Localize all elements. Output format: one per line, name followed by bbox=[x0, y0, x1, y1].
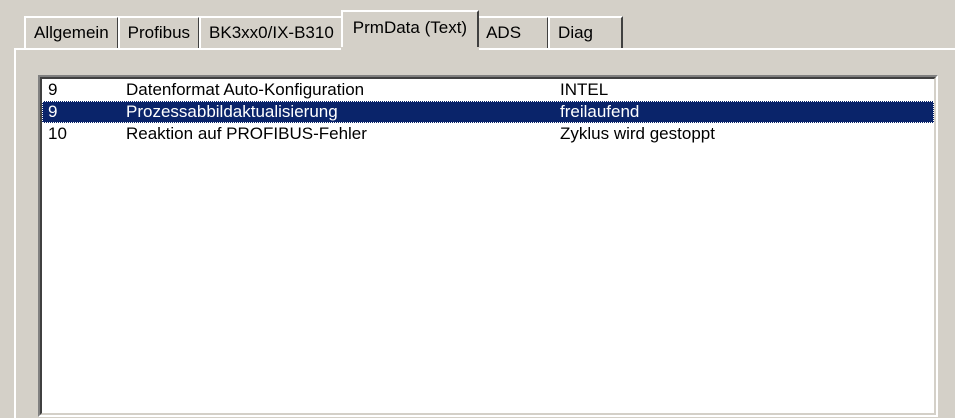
tab-bk3xx0-ix-b310[interactable]: BK3xx0/IX-B310 bbox=[199, 16, 344, 48]
tab-strip: Allgemein Profibus BK3xx0/IX-B310 PrmDat… bbox=[24, 10, 624, 51]
tab-profibus[interactable]: Profibus bbox=[117, 16, 201, 48]
parameter-number: 10 bbox=[48, 124, 67, 143]
parameter-list[interactable]: 9 Datenformat Auto-Konfiguration INTEL 9… bbox=[38, 75, 938, 417]
list-item[interactable]: 10 Reaktion auf PROFIBUS-Fehler Zyklus w… bbox=[42, 123, 934, 145]
list-item[interactable]: 9 Datenformat Auto-Konfiguration INTEL bbox=[42, 79, 934, 101]
parameter-name: Prozessabbildaktualisierung bbox=[126, 102, 338, 121]
tab-allgemein[interactable]: Allgemein bbox=[24, 16, 119, 48]
parameter-number: 9 bbox=[48, 102, 58, 121]
tab-prmdata-text[interactable]: PrmData (Text) bbox=[340, 10, 480, 51]
tab-ads[interactable]: ADS bbox=[476, 16, 550, 48]
tab-page-prmdata: 9 Datenformat Auto-Konfiguration INTEL 9… bbox=[14, 48, 955, 418]
parameter-value: INTEL bbox=[560, 80, 609, 99]
parameter-value: Zyklus wird gestoppt bbox=[560, 124, 715, 143]
parameter-number: 9 bbox=[48, 80, 58, 99]
tab-diag[interactable]: Diag bbox=[548, 16, 624, 48]
parameter-name: Reaktion auf PROFIBUS-Fehler bbox=[126, 124, 367, 143]
parameter-list-frame: 9 Datenformat Auto-Konfiguration INTEL 9… bbox=[40, 77, 936, 415]
parameter-name: Datenformat Auto-Konfiguration bbox=[126, 80, 365, 99]
list-item-selected[interactable]: 9 Prozessabbildaktualisierung freilaufen… bbox=[42, 101, 934, 123]
parameter-value: freilaufend bbox=[560, 102, 640, 121]
properties-window: Allgemein Profibus BK3xx0/IX-B310 PrmDat… bbox=[0, 0, 955, 418]
